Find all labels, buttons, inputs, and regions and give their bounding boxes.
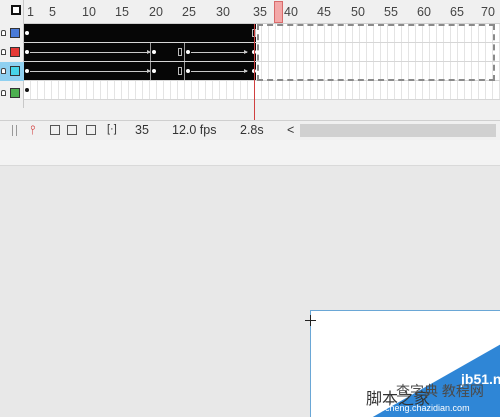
keyframe-dot[interactable] <box>25 31 29 35</box>
frame-grid[interactable] <box>24 24 500 108</box>
keyframe-dot[interactable] <box>25 69 29 73</box>
playhead-handle[interactable] <box>274 1 283 23</box>
stage-area[interactable]: jb51.net 脚本之家 查字典 教程网 jiaocheng.chazidia… <box>0 167 500 417</box>
panel-separator <box>0 140 500 166</box>
keyframe-dot[interactable] <box>186 69 190 73</box>
end-frame-marker <box>178 48 182 56</box>
center-frame-icon[interactable]: ⫯ <box>30 123 35 138</box>
ruler-label: 55 <box>384 5 398 19</box>
keyframe-dot[interactable] <box>25 50 29 54</box>
ruler-label: 35 <box>253 5 267 19</box>
watermark-overlay: 查字典 教程网 <box>396 383 484 399</box>
frame-rate[interactable]: 12.0 fps <box>172 123 216 137</box>
ruler-label: 5 <box>49 5 56 19</box>
ruler-label: 40 <box>284 5 298 19</box>
layer-row-2-icons[interactable] <box>0 43 24 62</box>
ruler-label: 30 <box>216 5 230 19</box>
layer-row-4-frames[interactable] <box>24 81 500 100</box>
current-frame: 35 <box>135 123 149 137</box>
ruler-label: 25 <box>182 5 196 19</box>
keyframe-dot[interactable] <box>186 50 190 54</box>
frame-divider <box>150 62 151 80</box>
timeline-scrollbar[interactable] <box>300 124 496 137</box>
keyframe-span[interactable] <box>24 24 256 42</box>
stage-canvas[interactable]: jb51.net 脚本之家 查字典 教程网 jiaocheng.chazidia… <box>310 310 500 417</box>
ruler-label: 70 <box>481 5 495 19</box>
motion-tween-arrow <box>30 69 151 73</box>
playhead-line <box>254 24 255 120</box>
layer-row-3-icons[interactable] <box>0 62 24 81</box>
outline-toggle-icon[interactable] <box>11 5 21 15</box>
onion-skin-icon[interactable] <box>50 125 60 135</box>
layer-color-swatch[interactable] <box>10 47 20 57</box>
layer-color-swatch[interactable] <box>10 88 20 98</box>
layer-color-swatch[interactable] <box>10 66 20 76</box>
ruler-label: 60 <box>417 5 431 19</box>
keyframe-dot[interactable] <box>152 69 156 73</box>
frame-divider <box>184 62 185 80</box>
frame-divider <box>184 43 185 61</box>
panel-grip-icon[interactable] <box>12 125 17 136</box>
layer-color-swatch[interactable] <box>10 28 20 38</box>
motion-tween-arrow <box>30 50 151 54</box>
frame-selection-outline <box>257 24 495 81</box>
registration-point-icon <box>305 315 316 326</box>
frame-divider <box>150 43 151 61</box>
motion-tween-arrow <box>191 50 248 54</box>
lock-icon[interactable] <box>1 30 6 36</box>
layer-icon-column <box>0 0 24 108</box>
ruler-label: 15 <box>115 5 129 19</box>
layer-header-cell <box>0 0 24 19</box>
edit-multiple-frames-icon[interactable] <box>86 125 96 135</box>
scroll-left-button[interactable]: < <box>287 123 294 137</box>
ruler-label: 50 <box>351 5 365 19</box>
lock-icon[interactable] <box>1 68 6 74</box>
layer-row-4-icons[interactable] <box>0 84 24 103</box>
keyframe-dot[interactable] <box>25 88 29 92</box>
ruler-label: 1 <box>27 5 34 19</box>
lock-icon[interactable] <box>1 49 6 55</box>
onion-skin-outline-icon[interactable] <box>67 125 77 135</box>
ruler-label: 20 <box>149 5 163 19</box>
frame-ruler[interactable]: 1 5 10 15 20 25 30 35 40 45 50 55 60 65 … <box>24 0 500 24</box>
ruler-label: 10 <box>82 5 96 19</box>
ruler-label: 65 <box>450 5 464 19</box>
motion-tween-arrow <box>191 69 248 73</box>
modify-markers-icon[interactable]: [·] <box>107 123 117 135</box>
lock-icon[interactable] <box>1 90 6 96</box>
timeline-panel: 1 5 10 15 20 25 30 35 40 45 50 55 60 65 … <box>0 0 500 140</box>
keyframe-dot[interactable] <box>152 50 156 54</box>
elapsed-time: 2.8s <box>240 123 264 137</box>
layer-row-1-icons[interactable] <box>0 24 24 43</box>
end-frame-marker <box>178 67 182 75</box>
watermark-domain: jiaocheng.chazidian.com <box>371 403 470 413</box>
timeline-status-bar: ⫯ [·] 35 12.0 fps 2.8s < <box>0 120 500 140</box>
ruler-label: 45 <box>317 5 331 19</box>
